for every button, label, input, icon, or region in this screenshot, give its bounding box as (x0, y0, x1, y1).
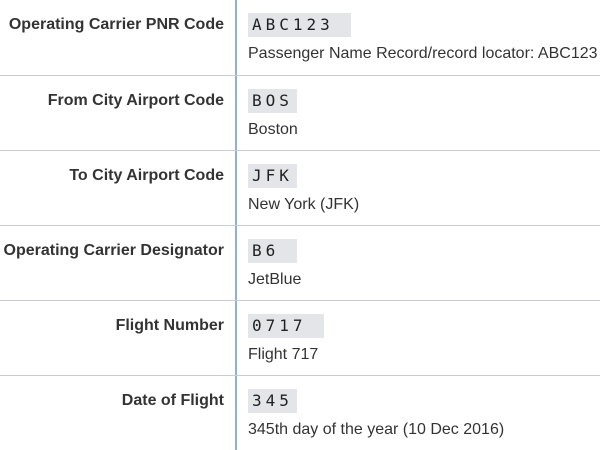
field-value-cell: JFK New York (JFK) (237, 151, 600, 225)
table-row: Operating Carrier PNR Code ABC123 Passen… (0, 0, 600, 75)
field-code: ABC123 (248, 13, 352, 37)
field-label: Date of Flight (0, 376, 237, 450)
field-label: To City Airport Code (0, 151, 237, 225)
field-code: BOS (248, 89, 297, 113)
field-code: 345 (248, 389, 297, 413)
field-value-cell: 0717 Flight 717 (237, 301, 600, 375)
field-code: 0717 (248, 314, 325, 338)
field-description: Boston (248, 121, 298, 138)
field-code: JFK (248, 164, 297, 188)
field-label: From City Airport Code (0, 76, 237, 150)
field-description: Passenger Name Record/record locator: AB… (248, 45, 598, 62)
field-value-cell: BOS Boston (237, 76, 600, 150)
field-description: New York (JFK) (248, 196, 360, 213)
field-value-cell: 345 345th day of the year (10 Dec 2016) (237, 376, 600, 450)
table-row: To City Airport Code JFK New York (JFK) (0, 150, 600, 225)
table-row: From City Airport Code BOS Boston (0, 75, 600, 150)
field-label: Operating Carrier PNR Code (0, 0, 237, 75)
table-row: Operating Carrier Designator B6 JetBlue (0, 225, 600, 300)
field-description: Flight 717 (248, 346, 319, 363)
field-description: 345th day of the year (10 Dec 2016) (248, 421, 505, 438)
field-label: Flight Number (0, 301, 237, 375)
field-code: B6 (248, 239, 297, 263)
table-row: Date of Flight 345 345th day of the year… (0, 375, 600, 450)
field-label: Operating Carrier Designator (0, 226, 237, 300)
field-value-cell: B6 JetBlue (237, 226, 600, 300)
field-description: JetBlue (248, 271, 302, 288)
boarding-pass-field-table: Operating Carrier PNR Code ABC123 Passen… (0, 0, 600, 450)
field-value-cell: ABC123 Passenger Name Record/record loca… (237, 0, 600, 75)
table-row: Flight Number 0717 Flight 717 (0, 300, 600, 375)
